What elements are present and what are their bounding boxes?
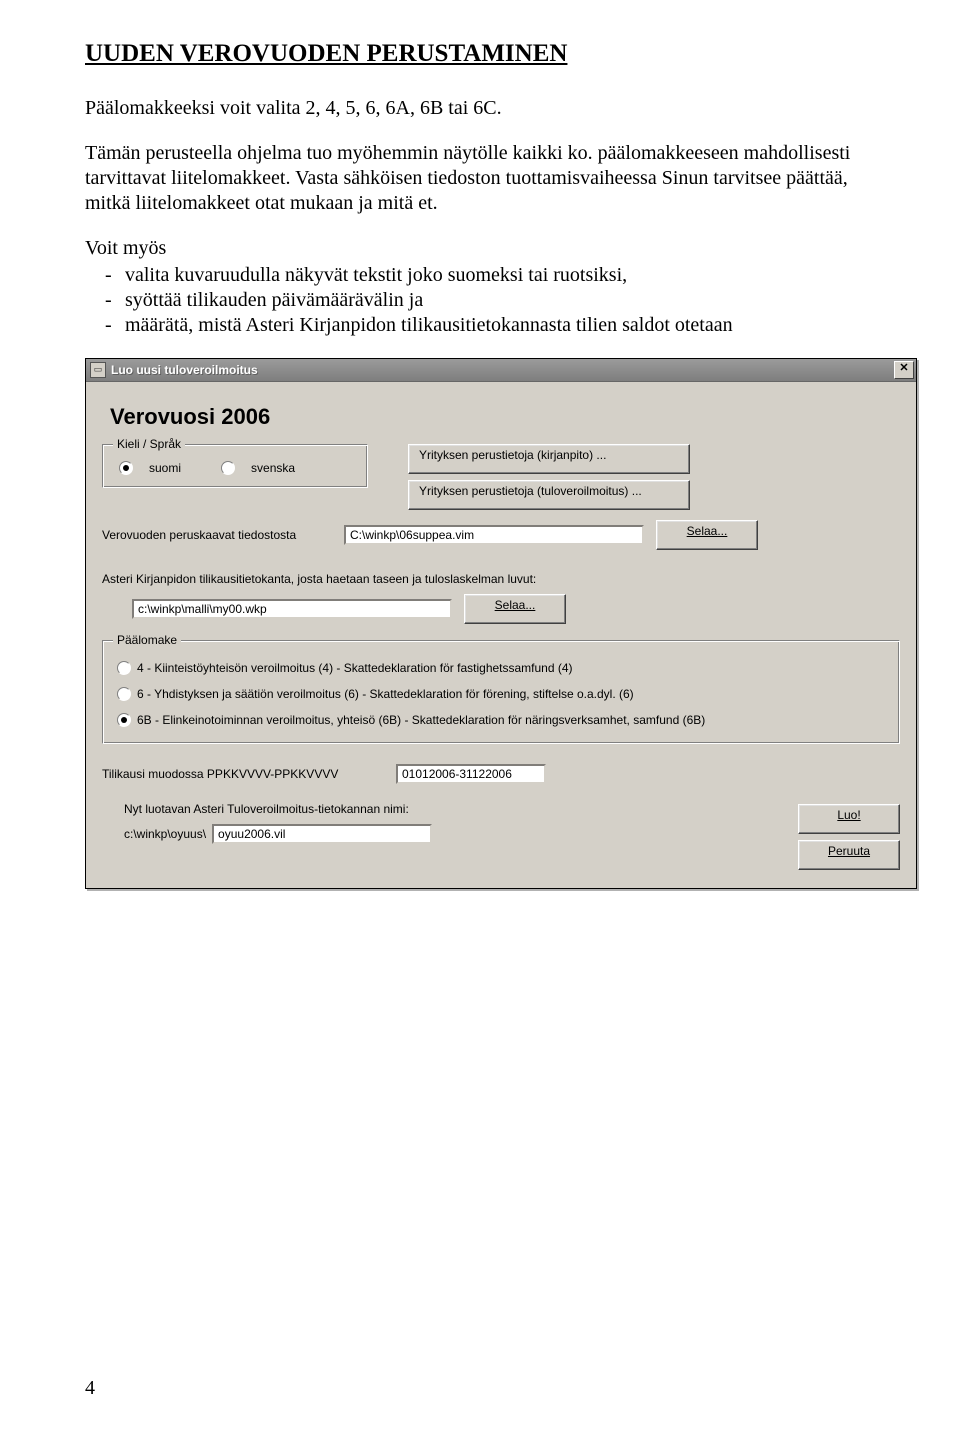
radio-svenska[interactable]: svenska bbox=[221, 461, 295, 475]
radio-dot-icon bbox=[119, 461, 133, 475]
paragraph: Tämän perusteella ohjelma tuo myöhemmin … bbox=[85, 141, 890, 216]
cancel-button[interactable]: Peruuta bbox=[798, 840, 900, 870]
company-basic-kp-button[interactable]: Yrityksen perustietoja (kirjanpito) ... bbox=[408, 444, 690, 474]
language-legend: Kieli / Språk bbox=[113, 437, 185, 451]
kpdb-label: Asteri Kirjanpidon tilikausitietokanta, … bbox=[102, 572, 900, 586]
radio-label: 6 - Yhdistyksen ja säätiön veroilmoitus … bbox=[137, 687, 634, 701]
tilikausi-input[interactable] bbox=[396, 764, 546, 784]
page-heading: UUDEN VEROVUODEN PERUSTAMINEN bbox=[85, 40, 890, 68]
create-button[interactable]: Luo! bbox=[798, 804, 900, 834]
page-number: 4 bbox=[85, 1377, 95, 1400]
out-label: Nyt luotavan Asteri Tuloveroilmoitus-tie… bbox=[102, 802, 778, 816]
radio-dot-icon bbox=[117, 661, 131, 675]
kaavat-path-input[interactable] bbox=[344, 525, 644, 545]
bullet-item: syöttää tilikauden päivämäärävälin ja bbox=[85, 288, 890, 313]
out-filename-input[interactable] bbox=[212, 824, 432, 844]
radio-label: 6B - Elinkeinotoiminnan veroilmoitus, yh… bbox=[137, 713, 705, 727]
radio-dot-icon bbox=[221, 461, 235, 475]
browse-kpdb-button[interactable]: Selaa... bbox=[464, 594, 566, 624]
kaavat-label: Verovuoden peruskaavat tiedostosta bbox=[102, 528, 332, 542]
radio-form-6[interactable]: 6 - Yhdistyksen ja säätiön veroilmoitus … bbox=[115, 681, 887, 707]
radio-label: 4 - Kiinteistöyhteisön veroilmoitus (4) … bbox=[137, 661, 573, 675]
dialog-title: Luo uusi tuloveroilmoitus bbox=[111, 363, 894, 377]
titlebar[interactable]: ▭ Luo uusi tuloveroilmoitus ✕ bbox=[86, 359, 916, 382]
bullet-item: määrätä, mistä Asteri Kirjanpidon tilika… bbox=[85, 313, 890, 338]
app-icon: ▭ bbox=[90, 362, 106, 378]
company-basic-tvi-button[interactable]: Yrityksen perustietoja (tuloveroilmoitus… bbox=[408, 480, 690, 510]
close-button[interactable]: ✕ bbox=[894, 361, 914, 379]
paragraph: Päälomakkeeksi voit valita 2, 4, 5, 6, 6… bbox=[85, 96, 890, 121]
out-path-prefix: c:\winkp\oyuus\ bbox=[124, 827, 206, 841]
bullet-block: Voit myös valita kuvaruudulla näkyvät te… bbox=[85, 236, 890, 338]
language-group: Kieli / Språk suomi svenska bbox=[102, 444, 368, 488]
radio-dot-icon bbox=[117, 713, 131, 727]
paalomake-legend: Päälomake bbox=[113, 633, 181, 647]
radio-form-6b[interactable]: 6B - Elinkeinotoiminnan veroilmoitus, yh… bbox=[115, 707, 887, 733]
radio-form-4[interactable]: 4 - Kiinteistöyhteisön veroilmoitus (4) … bbox=[115, 655, 887, 681]
kpdb-path-input[interactable] bbox=[132, 599, 452, 619]
dialog: ▭ Luo uusi tuloveroilmoitus ✕ Verovuosi … bbox=[85, 358, 917, 889]
radio-dot-icon bbox=[117, 687, 131, 701]
bullet-item: valita kuvaruudulla näkyvät tekstit joko… bbox=[85, 263, 890, 288]
radio-suomi[interactable]: suomi bbox=[119, 461, 181, 475]
tilikausi-label: Tilikausi muodossa PPKKVVVV-PPKKVVVV bbox=[102, 767, 382, 781]
browse-kaavat-button[interactable]: Selaa... bbox=[656, 520, 758, 550]
bullet-lead: Voit myös bbox=[85, 236, 890, 261]
radio-label: suomi bbox=[149, 461, 181, 475]
paalomake-group: Päälomake 4 - Kiinteistöyhteisön veroilm… bbox=[102, 640, 900, 744]
radio-label: svenska bbox=[251, 461, 295, 475]
year-heading: Verovuosi 2006 bbox=[110, 404, 900, 430]
